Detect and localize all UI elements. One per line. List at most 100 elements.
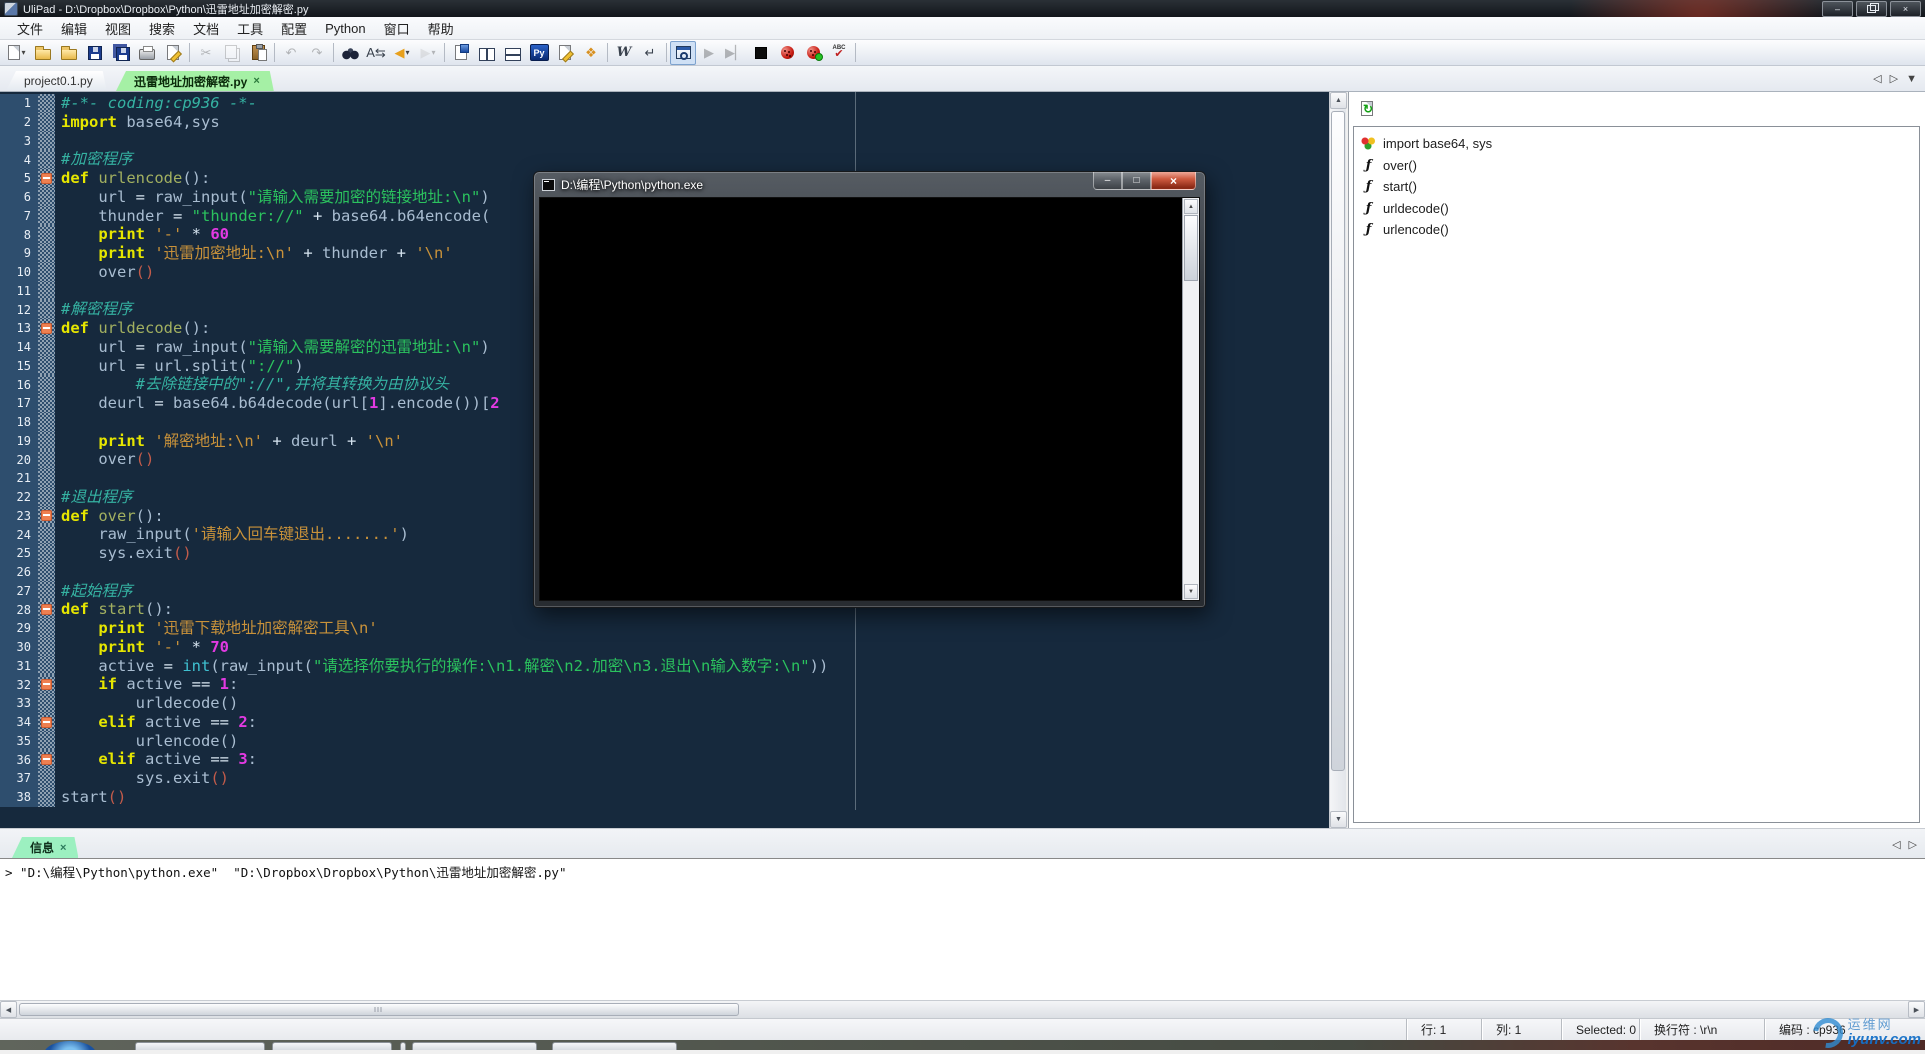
message-hscrollbar[interactable]: ◀ ▶ — [0, 1000, 1925, 1018]
scroll-left-icon[interactable]: ◀ — [0, 1001, 17, 1018]
doc-helper-button[interactable] — [552, 41, 578, 65]
menu-item-8[interactable]: 窗口 — [375, 17, 419, 40]
taskbar-button[interactable] — [412, 1042, 537, 1050]
scroll-right-icon[interactable]: ▶ — [1908, 1001, 1925, 1018]
outline-item-2[interactable]: ƒ start() — [1354, 176, 1919, 198]
tag-button[interactable]: ❖ — [578, 41, 604, 65]
python-shell-icon: Py — [529, 44, 549, 61]
menu-item-0[interactable]: 文件 — [8, 17, 52, 40]
scroll-up-icon[interactable]: ▲ — [1330, 92, 1347, 109]
editor-vscroll-thumb[interactable] — [1331, 111, 1345, 771]
save-all-icon — [115, 47, 130, 61]
undo-button[interactable]: ↶ — [278, 41, 304, 65]
save-all-button[interactable] — [108, 41, 134, 65]
menu-item-7[interactable]: Python — [316, 19, 374, 38]
run-to-button[interactable]: ▶▏ — [722, 41, 748, 65]
replace-button[interactable]: A⇆ — [363, 41, 389, 65]
back-button[interactable]: ◀ ▾ — [389, 41, 415, 65]
outline-item-0[interactable]: import base64, sys — [1354, 133, 1919, 155]
scroll-up-icon[interactable]: ▲ — [1184, 199, 1198, 214]
message-nav-arrow-icon[interactable]: ◁ — [1892, 838, 1900, 851]
fold-collapse-icon[interactable] — [41, 172, 52, 184]
scroll-down-icon[interactable]: ▼ — [1184, 584, 1198, 599]
tab-nav-arrow-icon[interactable]: ▼ — [1906, 73, 1917, 85]
restore-button[interactable] — [1856, 1, 1887, 17]
message-hscroll-thumb[interactable] — [19, 1003, 739, 1016]
menu-item-4[interactable]: 文档 — [184, 17, 228, 40]
menu-item-5[interactable]: 工具 — [228, 17, 272, 40]
tab-close-icon[interactable]: × — [253, 75, 259, 87]
code-line-32: 32 if active == 1: — [0, 675, 1329, 694]
doc-props-button[interactable] — [448, 41, 474, 65]
tab-nav-arrow-icon[interactable]: ▷ — [1890, 72, 1898, 85]
taskbar-button[interactable] — [135, 1042, 265, 1050]
fold-collapse-icon[interactable] — [41, 510, 52, 522]
taskbar-button[interactable] — [400, 1042, 406, 1050]
debug-run-button[interactable] — [800, 41, 826, 65]
split-vertical-button[interactable] — [474, 41, 500, 65]
console-output[interactable]: ▲ ▼ — [539, 197, 1200, 601]
tab-project0-1-py[interactable]: project0.1.py — [6, 71, 107, 91]
redo-button[interactable]: ↷ — [304, 41, 330, 65]
message-panel[interactable]: > "D:\编程\Python\python.exe" "D:\Dropbox\… — [0, 858, 1925, 1000]
menu-item-2[interactable]: 视图 — [96, 17, 140, 40]
menu-item-3[interactable]: 搜索 — [140, 17, 184, 40]
editor-vscrollbar[interactable]: ▲ ▼ — [1329, 92, 1347, 828]
find-button[interactable] — [337, 41, 363, 65]
tab-active-file[interactable]: 迅雷地址加密解密.py × — [116, 71, 274, 91]
console-minimize-button[interactable]: – — [1093, 172, 1122, 190]
fold-collapse-icon[interactable] — [41, 716, 52, 728]
tab-nav-arrow-icon[interactable]: ◁ — [1873, 72, 1881, 85]
minimize-button[interactable]: – — [1822, 1, 1853, 17]
taskbar-button[interactable] — [272, 1042, 392, 1050]
save-template-button[interactable] — [160, 41, 186, 65]
fold-collapse-icon[interactable] — [41, 322, 52, 334]
menu-item-1[interactable]: 编辑 — [52, 17, 96, 40]
taskbar-button[interactable] — [552, 1042, 677, 1050]
save-button[interactable] — [82, 41, 108, 65]
console-close-button[interactable]: × — [1151, 172, 1196, 190]
stop-button[interactable] — [748, 41, 774, 65]
console-maximize-button[interactable]: □ — [1122, 172, 1151, 190]
cut-button[interactable]: ✂ — [193, 41, 219, 65]
open-dir-button[interactable] — [56, 41, 82, 65]
eol-button[interactable]: ↵ — [637, 41, 663, 65]
console-window[interactable]: D:\编程\Python\python.exe – □ × ▲ ▼ — [533, 171, 1206, 608]
fold-collapse-icon[interactable] — [41, 604, 52, 616]
split-horizontal-button[interactable] — [500, 41, 526, 65]
new-file-button[interactable]: ▾ — [4, 41, 30, 65]
run-dialog-button[interactable] — [670, 40, 696, 65]
tab-messages[interactable]: 信息 × — [12, 837, 78, 858]
menu-item-9[interactable]: 帮助 — [419, 17, 463, 40]
windows-taskbar[interactable] — [0, 1040, 1925, 1050]
paste-button[interactable] — [245, 41, 271, 65]
open-file-button[interactable] — [30, 41, 56, 65]
open-dir-icon — [61, 46, 77, 60]
start-orb-icon[interactable] — [44, 1041, 96, 1050]
console-vscroll-thumb[interactable] — [1184, 215, 1198, 281]
copy-button[interactable] — [219, 41, 245, 65]
console-vscrollbar[interactable]: ▲ ▼ — [1182, 198, 1199, 600]
menu-item-6[interactable]: 配置 — [272, 17, 316, 40]
outline-item-3[interactable]: ƒ urldecode() — [1354, 198, 1919, 220]
print-button[interactable] — [134, 41, 160, 65]
save-icon — [88, 45, 102, 60]
refresh-outline-button[interactable]: ↻ — [1357, 98, 1379, 120]
message-nav-arrow-icon[interactable]: ▷ — [1909, 838, 1917, 851]
word-wrap-button[interactable]: W — [611, 41, 637, 65]
python-shell-button[interactable]: Py — [526, 41, 552, 65]
close-button[interactable]: × — [1890, 1, 1921, 17]
fold-collapse-icon[interactable] — [41, 679, 52, 691]
outline-item-4[interactable]: ƒ urlencode() — [1354, 219, 1919, 241]
run-button[interactable]: ▶ — [696, 41, 722, 65]
spell-check-button[interactable]: ABC ✔ — [826, 41, 852, 65]
scroll-down-icon[interactable]: ▼ — [1330, 811, 1347, 828]
code-text: print '迅雷加密地址:\n' + thunder + '\n' — [98, 244, 453, 262]
forward-button[interactable]: ▶ ▾ — [415, 41, 441, 65]
console-title-bar[interactable]: D:\编程\Python\python.exe — [542, 176, 703, 193]
fold-collapse-icon[interactable] — [41, 754, 52, 766]
fold-margin — [38, 187, 55, 207]
message-tab-close-icon[interactable]: × — [60, 842, 66, 854]
outline-item-1[interactable]: ƒ over() — [1354, 155, 1919, 177]
debug-button[interactable] — [774, 41, 800, 65]
